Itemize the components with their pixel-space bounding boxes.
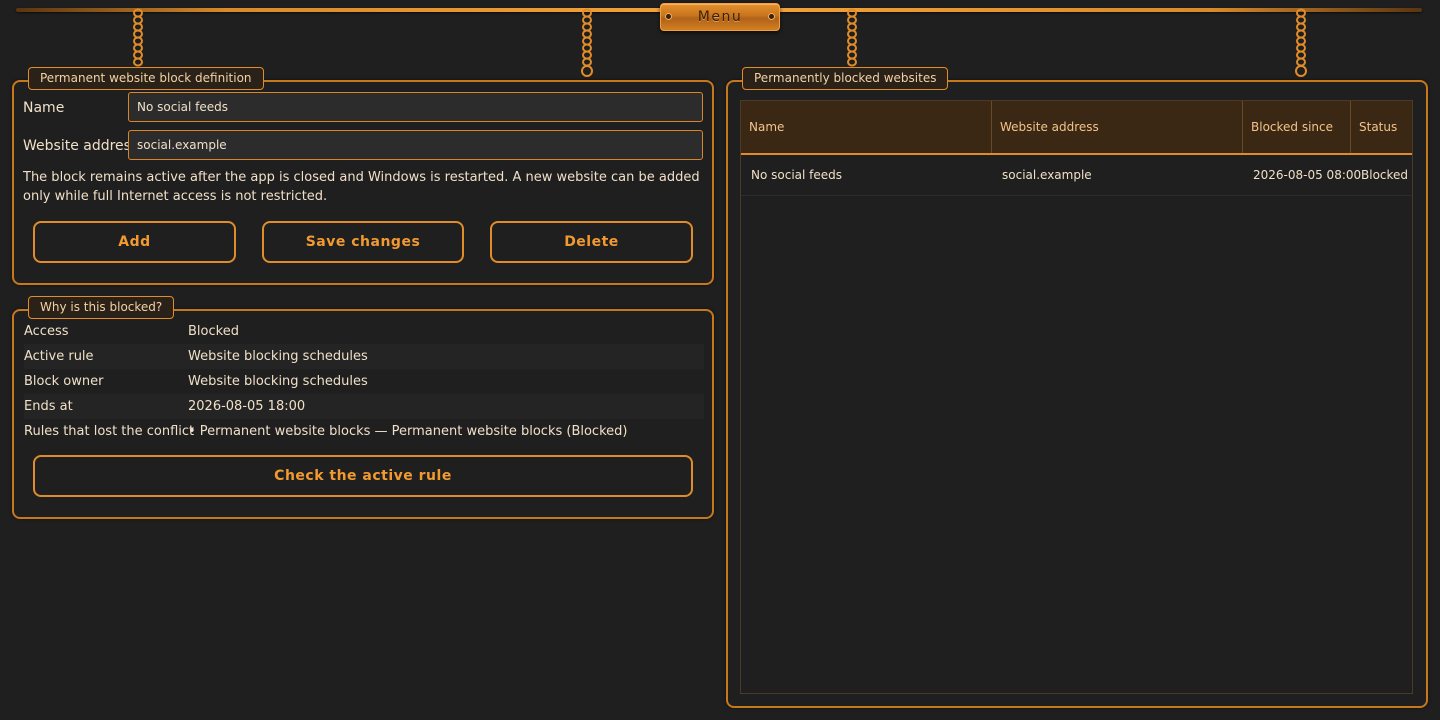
column-header-name[interactable]: Name xyxy=(741,101,992,153)
column-header-blocked-since[interactable]: Blocked since xyxy=(1243,101,1351,153)
info-value: 2026-08-05 18:00 xyxy=(188,399,306,414)
definition-panel: Name Website address The block remains a… xyxy=(12,80,714,285)
why-blocked-panel: Access Blocked Active rule Website block… xyxy=(12,309,714,519)
info-key: Access xyxy=(24,324,69,339)
save-changes-button[interactable]: Save changes xyxy=(262,221,464,263)
cell-status: Blocked xyxy=(1361,168,1409,182)
name-input[interactable] xyxy=(128,92,703,122)
cell-name: No social feeds xyxy=(751,168,843,182)
info-row-block-owner: Block owner Website blocking schedules xyxy=(24,369,704,394)
why-blocked-panel-title: Why is this blocked? xyxy=(28,296,175,319)
menu-label: Menu xyxy=(697,9,743,25)
blocked-websites-table[interactable]: Name Website address Blocked since Statu… xyxy=(740,100,1413,694)
info-value: Website blocking schedules xyxy=(188,349,368,364)
menu-button[interactable]: Menu xyxy=(660,3,780,31)
info-value: Website blocking schedules xyxy=(188,374,368,389)
info-row-active-rule: Active rule Website blocking schedules xyxy=(24,344,704,369)
column-header-website-address[interactable]: Website address xyxy=(992,101,1243,153)
check-active-rule-button[interactable]: Check the active rule xyxy=(33,455,693,497)
info-value: • Permanent website blocks — Permanent w… xyxy=(188,424,628,439)
info-key: Block owner xyxy=(24,374,104,389)
info-key: Rules that lost the conflict xyxy=(24,424,195,439)
persistence-note: The block remains active after the app i… xyxy=(23,170,700,204)
info-row-lost-rules: Rules that lost the conflict • Permanent… xyxy=(24,419,704,444)
cell-blocked-since: 2026-08-05 08:00 xyxy=(1253,168,1362,182)
info-value: Blocked xyxy=(188,324,239,339)
table-header: Name Website address Blocked since Statu… xyxy=(741,101,1412,155)
cell-website-address: social.example xyxy=(1002,168,1092,182)
info-row-ends-at: Ends at 2026-08-05 18:00 xyxy=(24,394,704,419)
info-key: Ends at xyxy=(24,399,73,414)
info-key: Active rule xyxy=(24,349,94,364)
website-address-label: Website address xyxy=(23,138,139,154)
chain-decoration xyxy=(845,7,859,69)
name-label: Name xyxy=(23,100,65,116)
blocked-websites-panel: Name Website address Blocked since Statu… xyxy=(726,80,1428,708)
delete-button[interactable]: Delete xyxy=(490,221,693,263)
definition-panel-title: Permanent website block definition xyxy=(28,67,264,90)
rivet-icon xyxy=(769,14,774,19)
chain-decoration xyxy=(131,7,145,69)
chain-decoration xyxy=(1294,7,1308,79)
blocked-websites-panel-title: Permanently blocked websites xyxy=(742,67,949,90)
website-address-input[interactable] xyxy=(128,130,703,160)
info-row-access: Access Blocked xyxy=(24,319,704,344)
column-header-status[interactable]: Status xyxy=(1351,101,1412,153)
chain-decoration xyxy=(580,7,594,79)
add-button[interactable]: Add xyxy=(33,221,236,263)
table-row[interactable]: No social feeds social.example 2026-08-0… xyxy=(741,155,1412,196)
